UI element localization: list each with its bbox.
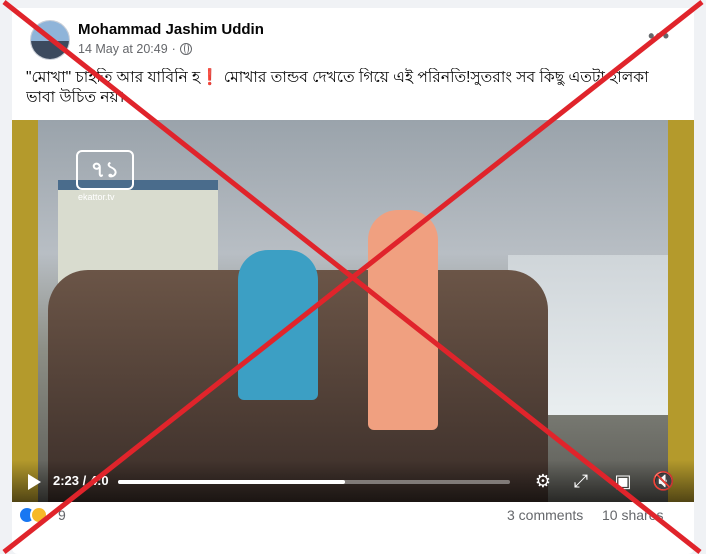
progress-fill	[118, 480, 346, 484]
channel-logo: ৭১	[76, 150, 134, 190]
meta-separator: ·	[171, 42, 176, 56]
video-pillarbox-left	[12, 120, 38, 502]
avatar-sky	[31, 21, 69, 43]
globe-icon	[179, 43, 192, 55]
fullscreen-icon[interactable]: ⤢	[570, 470, 592, 492]
scene-person-pink	[368, 210, 438, 430]
reaction-count[interactable]: 9	[58, 507, 66, 523]
settings-icon[interactable]: ⚙	[532, 470, 554, 492]
shares-count[interactable]: 10 shares	[602, 507, 663, 523]
post-card: Mohammad Jashim Uddin 14 May at 20:49 · …	[12, 8, 694, 554]
avatar[interactable]	[30, 20, 70, 60]
comments-count[interactable]: 3 comments	[507, 507, 583, 523]
post-timestamp[interactable]: 14 May at 20:49	[78, 42, 168, 56]
author-name[interactable]: Mohammad Jashim Uddin	[78, 21, 264, 38]
video-frame[interactable]: ৭১ ekattor.tv	[38, 120, 668, 502]
video-controls: 2:23 / 4:0 ⚙ ⤢ ▣ 🔇	[12, 460, 694, 502]
care-reaction-icon[interactable]	[30, 506, 48, 524]
more-options-icon[interactable]: •••	[648, 26, 670, 47]
caption-line-1: "মোখা" চাইতি আর যাবিনি হ❗ মোখার তান্ডব দ…	[26, 69, 649, 86]
play-icon[interactable]	[28, 474, 41, 490]
post-caption: "মোখা" চাইতি আর যাবিনি হ❗ মোখার তান্ডব দ…	[26, 68, 686, 108]
post-meta: 14 May at 20:49 ·	[78, 42, 192, 56]
pip-icon[interactable]: ▣	[612, 470, 634, 492]
avatar-ground	[31, 41, 69, 59]
caption-line-2: ভাবা উচিত নয়।	[26, 89, 125, 106]
scene-person-blue	[238, 250, 318, 400]
mute-icon[interactable]: 🔇	[652, 470, 674, 492]
video-pillarbox-right	[668, 120, 694, 502]
video-player[interactable]: ৭১ ekattor.tv 2:23 / 4:0 ⚙ ⤢ ▣ 🔇	[12, 120, 694, 502]
progress-track[interactable]	[118, 480, 510, 484]
video-time: 2:23 / 4:0	[53, 473, 109, 488]
channel-site: ekattor.tv	[78, 192, 115, 202]
